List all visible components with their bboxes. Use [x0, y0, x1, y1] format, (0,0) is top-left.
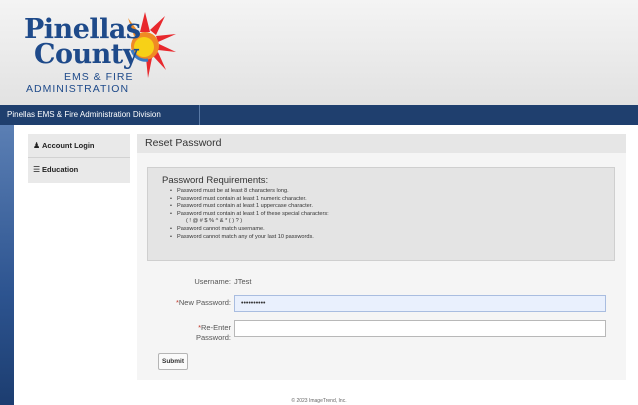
username-value: JTest: [234, 277, 252, 286]
sidebar-item-education[interactable]: ☰ Education: [28, 158, 130, 182]
reenter-password-field[interactable]: [234, 320, 606, 337]
username-label: Username:: [194, 277, 231, 286]
list-item: Password must be at least 8 characters l…: [170, 188, 600, 196]
header-banner: Pinellas County EMS & FIRE ADMINISTRATIO…: [0, 0, 638, 105]
requirements-title: Password Requirements:: [162, 175, 269, 186]
nav-home-link[interactable]: Pinellas EMS & Fire Administration Divis…: [0, 105, 200, 125]
reenter-password-label: *Re-Enter Password:: [151, 323, 231, 343]
sidebar-item-label: Account Login: [42, 141, 95, 150]
new-password-label: *New Password:: [176, 298, 231, 307]
list-item: ( ! @ # $ % ^ & * ( ) ? ): [186, 218, 243, 225]
logo-text-ems-fire: EMS & FIRE: [64, 71, 134, 83]
sidebar-item-account-login[interactable]: ♟ Account Login: [28, 134, 130, 158]
list-item: Password must contain at least 1 of thes…: [170, 211, 600, 219]
page-title-bar: Reset Password: [137, 134, 626, 153]
logo-text-administration: ADMINISTRATION: [26, 83, 130, 95]
reenter-label-line1: Re-Enter: [200, 323, 231, 332]
requirements-list: Password must be at least 8 characters l…: [170, 188, 600, 241]
list-item: Password must contain at least 1 numeric…: [170, 196, 600, 204]
reenter-label-line2: Password:: [195, 333, 231, 342]
list-item: Password cannot match username.: [170, 226, 600, 234]
top-nav-bar: Pinellas EMS & Fire Administration Divis…: [0, 105, 638, 125]
page-title: Reset Password: [145, 137, 222, 149]
graduation-cap-icon: ☰: [33, 165, 41, 174]
list-item: Password cannot match any of your last 1…: [170, 234, 600, 242]
submit-button[interactable]: Submit: [158, 353, 188, 370]
password-requirements-box: Password Requirements: Password must be …: [147, 167, 615, 261]
new-password-field[interactable]: ••••••••••: [234, 295, 606, 312]
pinellas-county-logo[interactable]: Pinellas County EMS & FIRE ADMINISTRATIO…: [22, 12, 176, 100]
footer-copyright: © 2023 ImageTrend, Inc.: [291, 398, 347, 404]
left-decorative-stripe: [0, 125, 14, 405]
list-item: Password must contain at least 1 upperca…: [170, 203, 600, 211]
logo-text-county: County: [34, 39, 138, 70]
user-icon: ♟: [33, 141, 41, 150]
sidebar: ♟ Account Login ☰ Education: [28, 134, 130, 183]
sidebar-item-label: Education: [42, 165, 79, 174]
main-panel: Reset Password Password Requirements: Pa…: [137, 134, 626, 380]
new-password-label-text: New Password:: [178, 298, 231, 307]
